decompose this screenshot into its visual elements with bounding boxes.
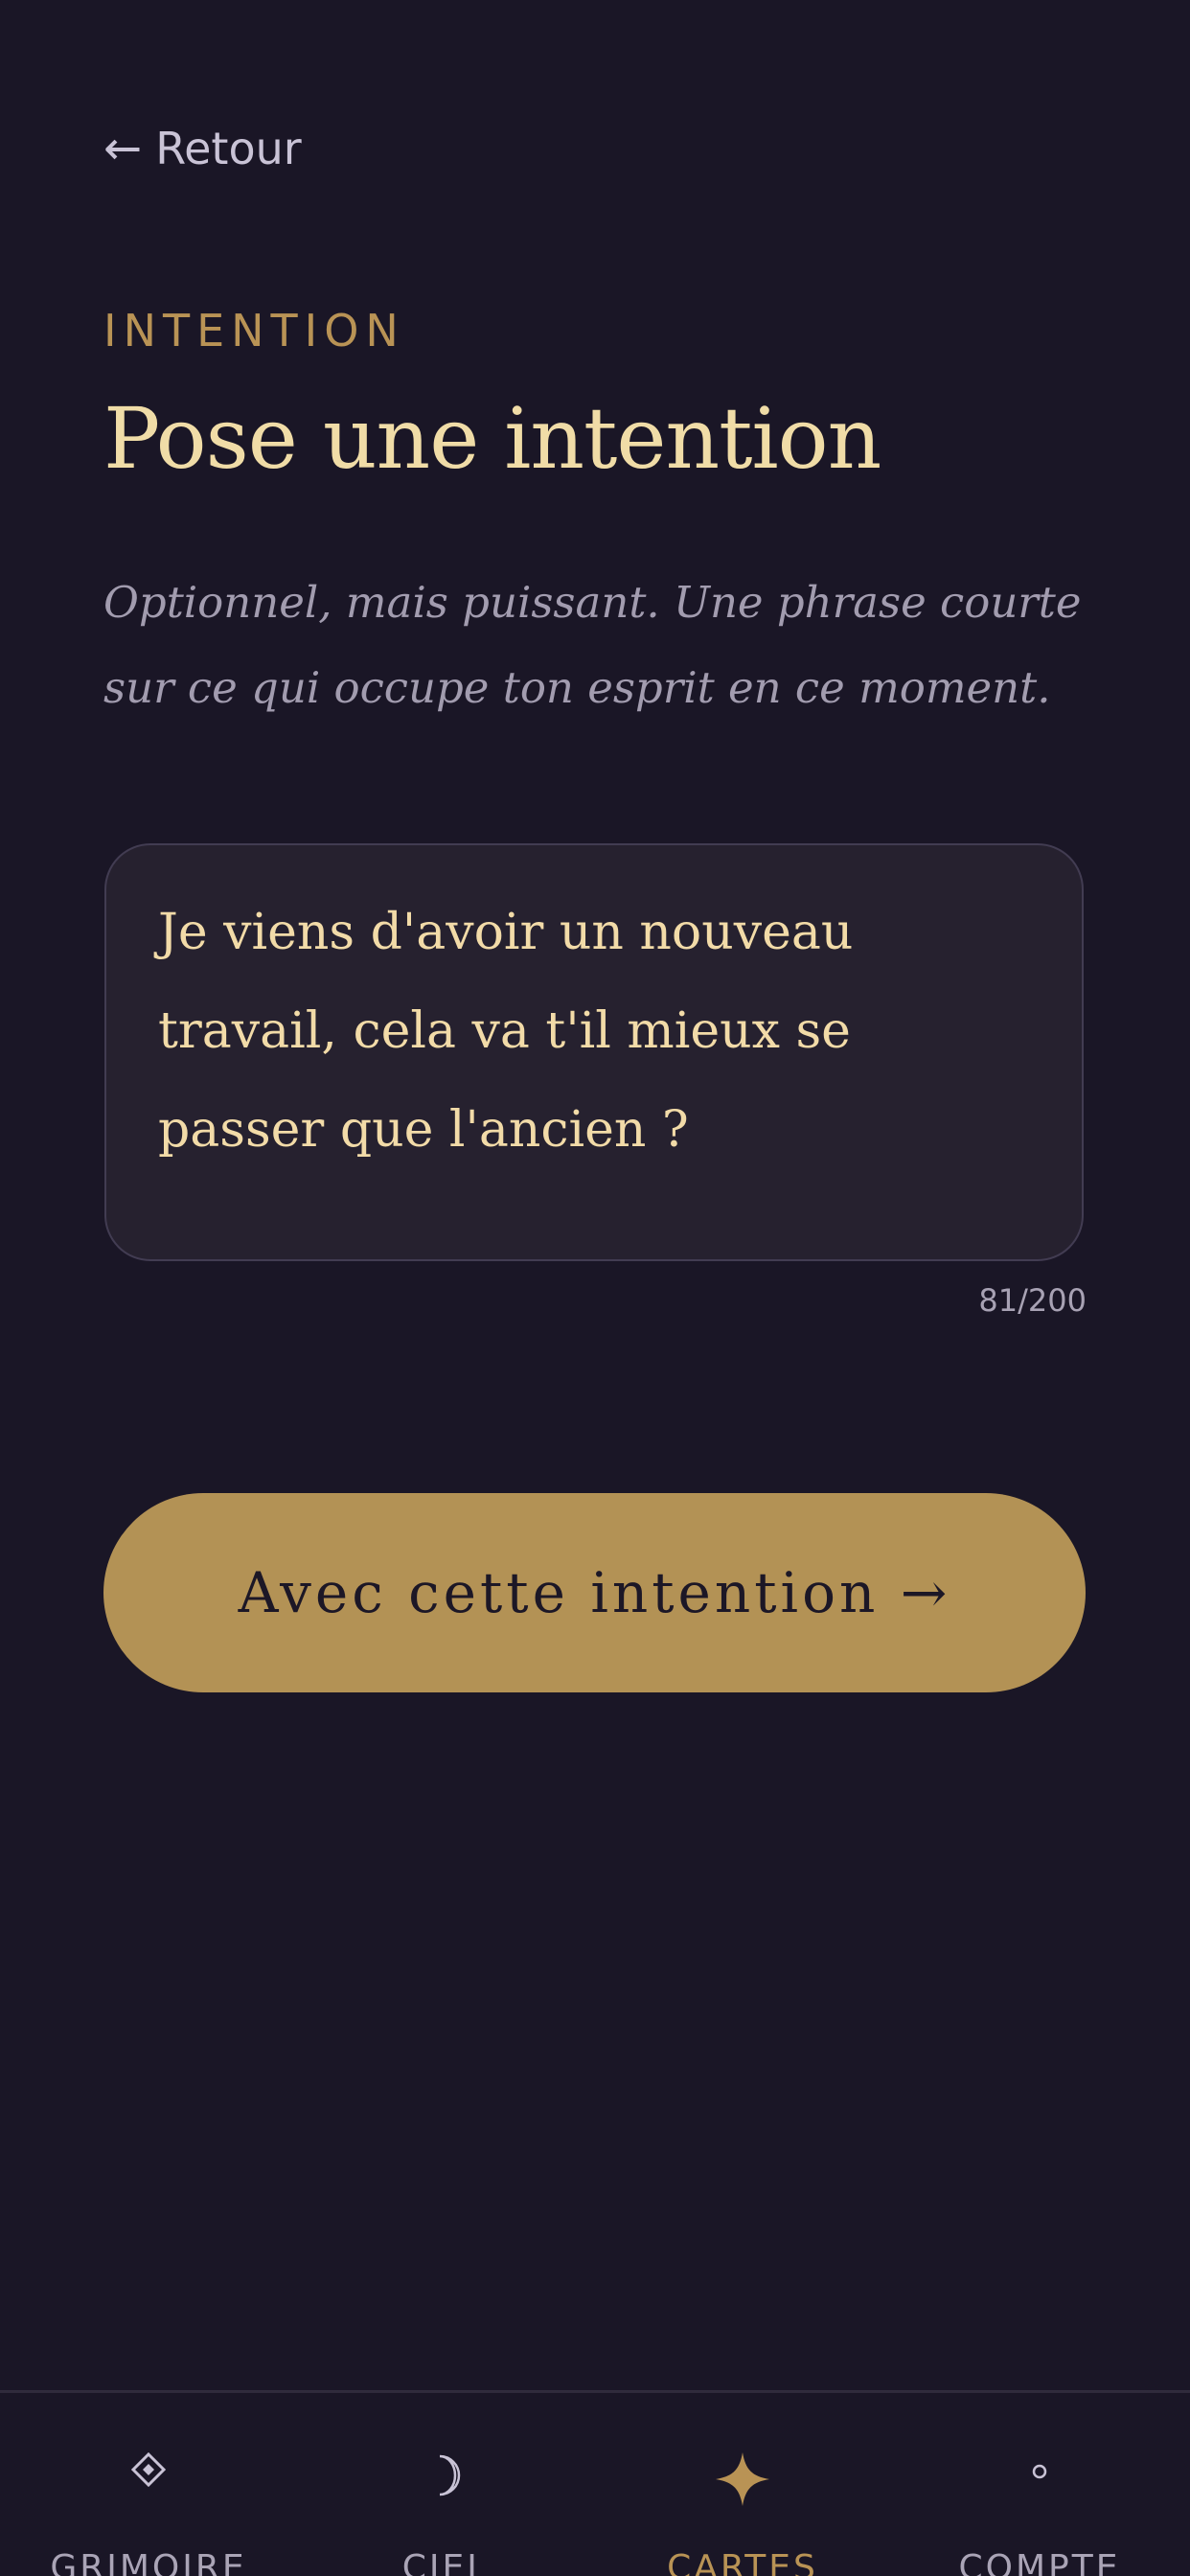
tab-label: CARTES [667,2548,818,2576]
tab-label: GRIMOIRE [50,2548,247,2576]
tab-label: COMPTE [958,2548,1121,2576]
tab-compte[interactable]: COMPTE [891,2393,1188,2576]
page-subtitle: Optionnel, mais puissant. Une phrase cou… [103,577,1082,713]
crescent-moon-icon [297,2452,594,2502]
arrow-left-icon: ← [103,122,143,175]
page-title: Pose une intention [103,389,881,488]
character-counter: 81/200 [978,1282,1087,1319]
bottom-tab-bar: GRIMOIRE CIEL CARTES COMPTE [0,2393,1190,2576]
four-point-star-icon [594,2452,891,2510]
diamond-icon [0,2451,297,2491]
tab-cartes[interactable]: CARTES [594,2393,891,2576]
tab-label: CIEL [401,2548,490,2576]
section-eyebrow: INTENTION [103,305,405,356]
submit-intention-button[interactable]: Avec cette intention → [103,1493,1086,1692]
back-label: Retour [155,123,302,174]
small-circle-icon [891,2452,1188,2491]
intention-input[interactable]: Je viens d'avoir un nouveau travail, cel… [104,843,1084,1261]
back-button[interactable]: ← Retour [103,123,302,174]
tab-ciel[interactable]: CIEL [297,2393,594,2576]
tab-grimoire[interactable]: GRIMOIRE [0,2393,297,2576]
intention-input-value: Je viens d'avoir un nouveau travail, cel… [158,904,854,1159]
